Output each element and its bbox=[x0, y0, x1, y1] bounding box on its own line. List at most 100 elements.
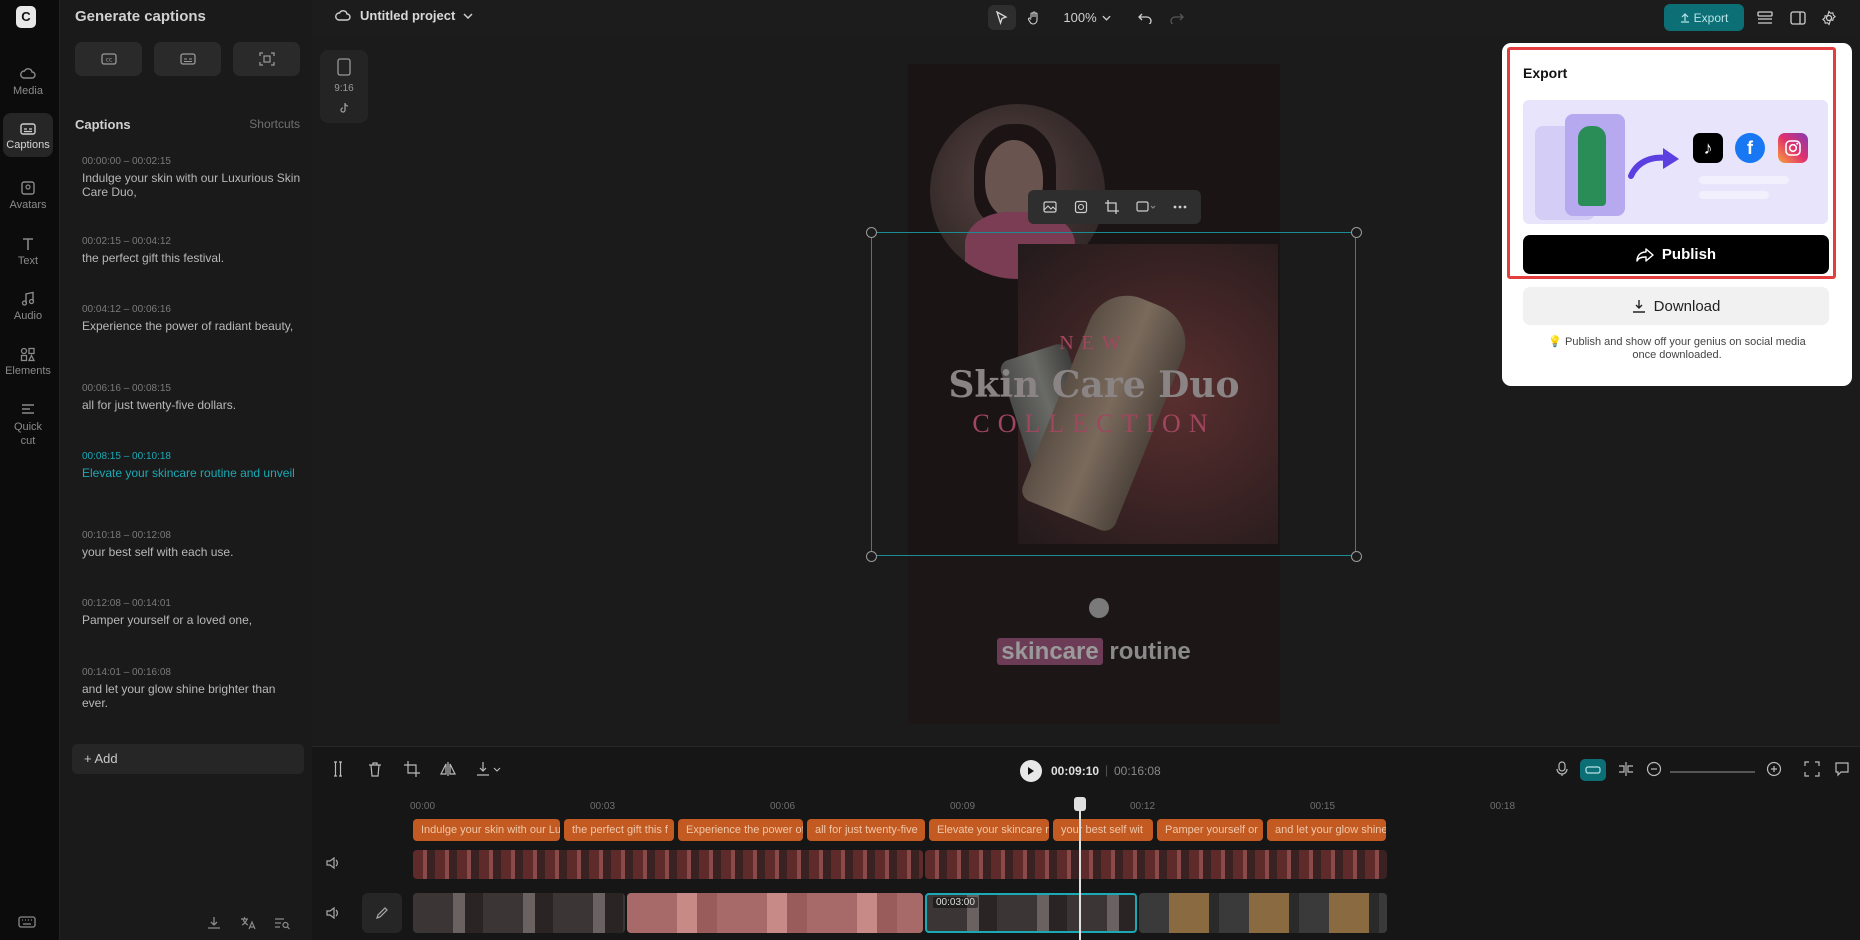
plus-icon: + bbox=[84, 751, 92, 766]
rail-item-elements[interactable]: Elements bbox=[3, 346, 53, 377]
fit-screen-icon[interactable] bbox=[1804, 761, 1820, 777]
rail-item-avatars[interactable]: Avatars bbox=[3, 180, 53, 211]
rail-item-media[interactable]: Media bbox=[3, 66, 53, 97]
rail-item-audio[interactable]: Audio bbox=[3, 291, 53, 322]
resize-handle-top-right[interactable] bbox=[1351, 227, 1362, 238]
caption-clip[interactable]: Experience the power of bbox=[678, 819, 803, 841]
trash-icon[interactable] bbox=[368, 761, 382, 777]
download-captions-icon[interactable] bbox=[206, 916, 222, 933]
timeline-ruler[interactable]: 00:00 00:03 00:06 00:09 00:12 00:15 00:1… bbox=[408, 799, 1860, 815]
flip-icon[interactable] bbox=[440, 761, 456, 777]
video-clip[interactable] bbox=[1139, 893, 1387, 933]
rail-label-audio: Audio bbox=[13, 310, 43, 322]
keyboard-icon[interactable] bbox=[18, 916, 36, 931]
zoom-level: 100% bbox=[1063, 10, 1097, 25]
caption-item[interactable]: 00:00:00 – 00:02:15 Indulge your skin wi… bbox=[82, 156, 302, 199]
rail-item-text[interactable]: Text bbox=[3, 236, 53, 267]
rail-item-captions[interactable]: Captions bbox=[3, 113, 53, 157]
split-icon[interactable] bbox=[332, 761, 344, 777]
zoom-dropdown[interactable]: 100% bbox=[1058, 5, 1116, 30]
ruler-label: 00:00 bbox=[410, 801, 436, 812]
zoom-out-icon[interactable] bbox=[1646, 761, 1662, 777]
redo-button[interactable] bbox=[1164, 5, 1190, 30]
resize-handle-bottom-left[interactable] bbox=[866, 551, 877, 562]
settings-button[interactable] bbox=[1816, 5, 1842, 30]
caption-item[interactable]: 00:10:18 – 00:12:08 your best self with … bbox=[82, 530, 302, 559]
feedback-icon[interactable] bbox=[1834, 761, 1850, 777]
redo-icon bbox=[1170, 13, 1184, 24]
shortcuts-link[interactable]: Shortcuts bbox=[249, 117, 300, 131]
gear-icon bbox=[1822, 9, 1836, 26]
caption-item[interactable]: 00:04:12 – 00:06:16 Experience the power… bbox=[82, 304, 302, 333]
download-icon bbox=[1632, 300, 1645, 313]
caption-item[interactable]: 00:12:08 – 00:14:01 Pamper yourself or a… bbox=[82, 598, 302, 627]
crop-icon[interactable] bbox=[404, 761, 420, 777]
caption-style-button-cc[interactable]: cc bbox=[75, 42, 142, 76]
download-button[interactable]: Download bbox=[1523, 287, 1829, 325]
caption-clip[interactable]: your best self wit bbox=[1053, 819, 1153, 841]
caption-clip[interactable]: Pamper yourself or bbox=[1157, 819, 1263, 841]
hand-tool-button[interactable] bbox=[1020, 5, 1048, 30]
speaker-icon[interactable] bbox=[326, 857, 340, 869]
replace-media-icon[interactable] bbox=[1042, 200, 1057, 214]
video-clip-selected[interactable]: 00:03:00 bbox=[925, 893, 1137, 933]
aspect-ratio-selector[interactable]: 9:16 bbox=[320, 50, 368, 123]
zoom-in-icon[interactable] bbox=[1766, 761, 1782, 777]
caption-clip[interactable]: Indulge your skin with our Lux bbox=[413, 819, 560, 841]
play-button[interactable] bbox=[1020, 760, 1042, 782]
rail-label-elements: Elements bbox=[5, 365, 51, 377]
ruler-label: 00:15 bbox=[1310, 801, 1336, 812]
caption-item[interactable]: 00:06:16 – 00:08:15 all for just twenty-… bbox=[82, 383, 302, 412]
resize-handle-bottom-right[interactable] bbox=[1351, 551, 1362, 562]
video-clip[interactable] bbox=[413, 893, 625, 933]
selection-box[interactable] bbox=[871, 232, 1356, 556]
caption-text[interactable]: and let your glow shine brighter than ev… bbox=[82, 682, 302, 710]
caption-text[interactable]: all for just twenty-five dollars. bbox=[82, 398, 302, 412]
caption-style-button-subtitle[interactable] bbox=[154, 42, 221, 76]
timeline-zoom-slider[interactable] bbox=[1670, 771, 1755, 773]
layers-button[interactable] bbox=[1752, 5, 1778, 30]
caption-item[interactable]: 00:02:15 – 00:04:12 the perfect gift thi… bbox=[82, 236, 302, 265]
download-dropdown-icon[interactable] bbox=[476, 761, 502, 777]
lightbulb-icon: 💡 bbox=[1548, 336, 1562, 348]
rotate-handle-icon[interactable] bbox=[1089, 598, 1109, 618]
overlay-video-clip[interactable] bbox=[413, 850, 923, 879]
export-button[interactable]: Export bbox=[1664, 4, 1744, 31]
caption-text[interactable]: Elevate your skincare routine and unveil bbox=[82, 466, 302, 480]
undo-button[interactable] bbox=[1132, 5, 1158, 30]
link-clips-icon[interactable] bbox=[1618, 761, 1634, 777]
caption-clip[interactable]: all for just twenty-five bbox=[807, 819, 925, 841]
caption-item[interactable]: 00:14:01 – 00:16:08 and let your glow sh… bbox=[82, 667, 302, 710]
caption-style-button-auto[interactable] bbox=[233, 42, 300, 76]
find-replace-icon[interactable] bbox=[274, 916, 290, 933]
video-clip[interactable] bbox=[627, 893, 923, 933]
split-panel-icon bbox=[1790, 10, 1806, 25]
effects-icon[interactable] bbox=[1135, 200, 1156, 214]
caption-clip[interactable]: and let your glow shine br bbox=[1267, 819, 1386, 841]
panel-title: Generate captions bbox=[75, 8, 206, 25]
more-options-icon[interactable] bbox=[1173, 205, 1187, 209]
project-menu[interactable]: Untitled project bbox=[334, 8, 473, 23]
caption-text[interactable]: Indulge your skin with our Luxurious Ski… bbox=[82, 171, 302, 199]
caption-text[interactable]: Experience the power of radiant beauty, bbox=[82, 319, 302, 333]
select-tool-button[interactable] bbox=[988, 5, 1016, 30]
music-icon bbox=[21, 291, 35, 306]
translate-icon[interactable] bbox=[240, 916, 256, 933]
caption-clip[interactable]: the perfect gift this f bbox=[564, 819, 674, 841]
microphone-icon[interactable] bbox=[1556, 761, 1568, 777]
caption-text[interactable]: your best self with each use. bbox=[82, 545, 302, 559]
add-caption-button[interactable]: + Add bbox=[72, 744, 304, 774]
crop-icon[interactable] bbox=[1104, 200, 1119, 214]
panel-toggle-button[interactable] bbox=[1785, 5, 1811, 30]
app-logo[interactable]: C bbox=[16, 6, 36, 28]
resize-handle-top-left[interactable] bbox=[866, 227, 877, 238]
caption-text[interactable]: Pamper yourself or a loved one, bbox=[82, 613, 302, 627]
caption-item-active[interactable]: 00:08:15 – 00:10:18 Elevate your skincar… bbox=[82, 451, 302, 480]
rail-item-quick-cut[interactable]: Quick cut bbox=[3, 401, 53, 448]
caption-clip[interactable]: Elevate your skincare ro bbox=[929, 819, 1049, 841]
playhead[interactable] bbox=[1074, 797, 1086, 940]
caption-text[interactable]: the perfect gift this festival. bbox=[82, 251, 302, 265]
remove-background-icon[interactable] bbox=[1074, 200, 1088, 214]
auto-snap-toggle[interactable] bbox=[1580, 759, 1606, 781]
overlay-video-clip[interactable] bbox=[925, 850, 1387, 879]
